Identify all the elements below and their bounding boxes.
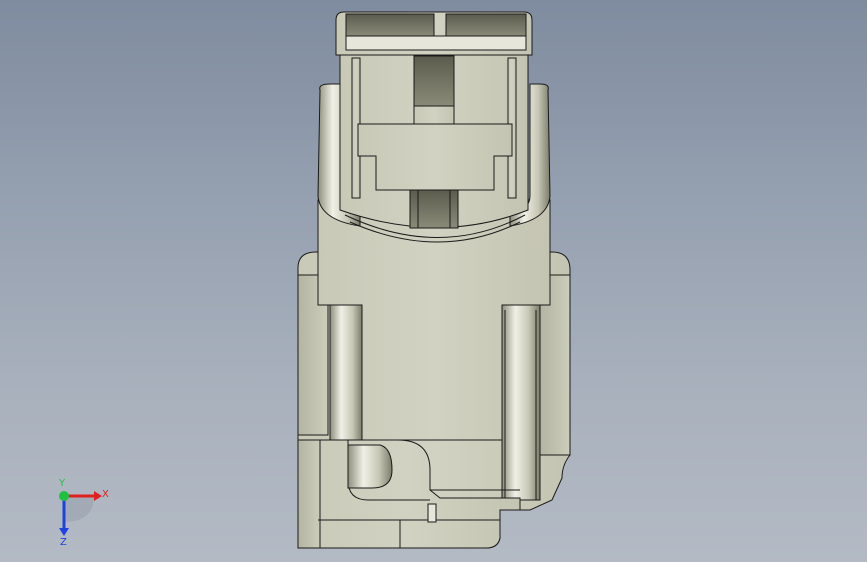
cad-viewport[interactable]: X Z Y xyxy=(0,0,867,562)
x-axis-arrow xyxy=(94,491,102,501)
pocket-tube xyxy=(347,444,393,489)
center-slot xyxy=(413,55,455,107)
right-tube xyxy=(501,304,541,501)
z-axis-arrow xyxy=(59,528,69,536)
z-axis-label: Z xyxy=(60,537,67,548)
triad-shadow xyxy=(64,496,94,522)
y-axis-label: Y xyxy=(58,478,66,489)
y-axis-dot xyxy=(59,491,69,501)
left-tube xyxy=(329,304,363,441)
coordinate-triad: X Z Y xyxy=(58,478,109,548)
inner-pedestal xyxy=(357,123,513,191)
connector-model[interactable] xyxy=(0,0,867,562)
x-axis-label: X xyxy=(102,489,109,500)
